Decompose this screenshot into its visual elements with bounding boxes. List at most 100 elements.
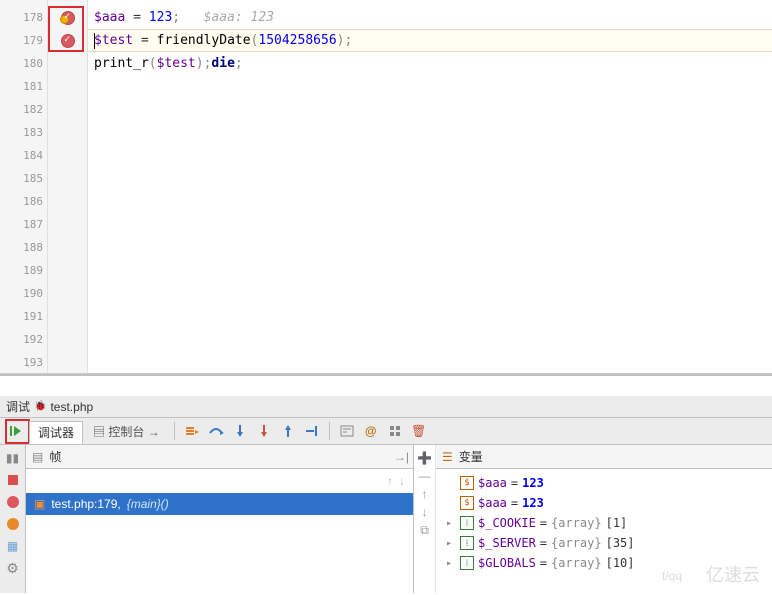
inline-hint: $aaa: 123 (180, 10, 274, 25)
line-number[interactable]: 183 (0, 121, 47, 144)
show-execution-point-button[interactable] (181, 420, 203, 442)
at-sign-button[interactable]: @ (360, 420, 382, 442)
var-name: $_SERVER (478, 536, 536, 550)
layout-button[interactable]: ▦ (4, 537, 22, 555)
line-number[interactable]: 179 (0, 29, 47, 52)
frames-panel: ▤ 帧 →| ↑ ↓ ▣ test.php:179, {main}() (26, 445, 414, 593)
var-name: $aaa (478, 496, 507, 510)
line-number[interactable]: 187 (0, 213, 47, 236)
line-number[interactable]: 184 (0, 144, 47, 167)
function-call: print_r (94, 56, 149, 71)
separator (329, 422, 330, 440)
line-number[interactable]: 182 (0, 98, 47, 121)
array-icon: ⁞ (460, 556, 474, 570)
highlight-box (5, 419, 30, 444)
tab-console[interactable]: ▤ 控制台 → (85, 421, 168, 442)
expand-icon[interactable]: ▸ (446, 558, 456, 569)
var-name: $_COOKIE (478, 516, 536, 530)
keyword: die (211, 56, 234, 71)
up-icon[interactable]: ↑ (422, 487, 428, 501)
debug-toolbar: 调试器 ▤ 控制台 → @ 🗑 (0, 418, 772, 445)
number-literal: 123 (149, 10, 172, 25)
down-icon[interactable]: ↓ (422, 505, 428, 519)
expand-icon[interactable]: ▸ (446, 518, 456, 529)
variable: $aaa (94, 10, 125, 25)
frame-prev-button[interactable]: ↑ (387, 474, 393, 488)
force-step-into-button[interactable] (253, 420, 275, 442)
debug-tab-bar: 调试 🐞 test.php (0, 396, 772, 418)
breakpoint-extra-icon (60, 15, 69, 24)
panel-separator[interactable] (0, 374, 772, 396)
line-number[interactable]: 193 (0, 351, 47, 374)
line-number[interactable]: 185 (0, 167, 47, 190)
debug-lower-pane: ▮▮ ▦ ⚙ ▤ 帧 →| ↑ ↓ ▣ test.php:179, {main}… (0, 445, 772, 593)
line-number[interactable]: 192 (0, 328, 47, 351)
debug-tab-file: test.php (50, 400, 93, 414)
php-file-icon: ▣ (34, 497, 45, 511)
expand-icon[interactable]: ▸ (446, 538, 456, 549)
code-line: print_r($test);die; (88, 52, 772, 75)
array-icon: ⁞ (460, 536, 474, 550)
watermark: t/qq (662, 569, 682, 583)
var-value: 123 (522, 496, 544, 510)
step-into-button[interactable] (229, 420, 251, 442)
var-count: [10] (606, 556, 635, 570)
collapse-icon[interactable]: →| (394, 450, 409, 464)
variable-row[interactable]: $ $aaa = 123 (436, 493, 772, 513)
variable: $test (94, 33, 133, 48)
line-number[interactable]: 180 (0, 52, 47, 75)
breakpoint-icon[interactable] (61, 11, 75, 25)
array-icon: ⁞ (460, 516, 474, 530)
line-number[interactable]: 191 (0, 305, 47, 328)
frame-next-button[interactable]: ↓ (399, 474, 405, 488)
separator (174, 422, 175, 440)
debug-sidebar: ▮▮ ▦ ⚙ (0, 445, 26, 593)
add-watch-icon[interactable]: ➕ (417, 451, 432, 465)
line-number[interactable]: 181 (0, 75, 47, 98)
frame-function: {main}() (127, 497, 169, 511)
variable-row[interactable]: ▸ ⁞ $_SERVER = {array} [35] (436, 533, 772, 553)
vars-body: ☰ 变量 $ $aaa = 123 $ $aaa = 123 ▸ ⁞ $_COO… (436, 445, 772, 593)
mute-breakpoints-button[interactable] (4, 515, 22, 533)
tab-debugger[interactable]: 调试器 (29, 421, 83, 444)
frame-nav: ↑ ↓ (26, 469, 413, 493)
scalar-icon: $ (460, 476, 474, 490)
line-number[interactable]: 186 (0, 190, 47, 213)
var-type: {array} (551, 556, 602, 570)
stop-button[interactable] (4, 471, 22, 489)
function-call: friendlyDate (157, 33, 251, 48)
variable-row[interactable]: $ $aaa = 123 (436, 473, 772, 493)
line-number[interactable]: 178 (0, 6, 47, 29)
var-count: [35] (606, 536, 635, 550)
scalar-icon: $ (460, 496, 474, 510)
evaluate-expression-button[interactable] (336, 420, 358, 442)
view-breakpoints-button[interactable] (4, 493, 22, 511)
copy-icon[interactable]: ⧉ (420, 523, 429, 538)
bug-icon: 🐞 (34, 401, 46, 412)
trash-icon[interactable]: 🗑 (408, 420, 430, 442)
vars-sidebar: ➕ — ↑ ↓ ⧉ (414, 445, 436, 593)
line-number[interactable]: 189 (0, 259, 47, 282)
variable-row[interactable]: ▸ ⁞ $GLOBALS = {array} [10] (436, 553, 772, 573)
frame-row[interactable]: ▣ test.php:179, {main}() (26, 493, 413, 515)
line-number[interactable]: 190 (0, 282, 47, 305)
var-type: {array} (551, 536, 602, 550)
remove-watch-icon[interactable]: — (419, 469, 431, 483)
line-number[interactable]: 188 (0, 236, 47, 259)
pause-button[interactable]: ▮▮ (4, 449, 22, 467)
var-name: $GLOBALS (478, 556, 536, 570)
vars-header: ☰ 变量 (436, 445, 772, 469)
variable-row[interactable]: ▸ ⁞ $_COOKIE = {array} [1] (436, 513, 772, 533)
breakpoint-icon[interactable] (61, 34, 75, 48)
step-over-button[interactable] (205, 420, 227, 442)
step-out-button[interactable] (277, 420, 299, 442)
frames-header: ▤ 帧 →| (26, 445, 413, 469)
settings-icon[interactable] (384, 420, 406, 442)
code-line: $aaa = 123; $aaa: 123 (88, 6, 772, 29)
line-number-gutter: 178 179 180 181 182 183 184 185 186 187 … (0, 0, 48, 373)
var-count: [1] (606, 516, 628, 530)
run-to-cursor-button[interactable] (301, 420, 323, 442)
code-content[interactable]: $aaa = 123; $aaa: 123 $test = friendlyDa… (88, 0, 772, 373)
breakpoint-gutter[interactable] (48, 0, 88, 373)
settings-button[interactable]: ⚙ (4, 559, 22, 577)
